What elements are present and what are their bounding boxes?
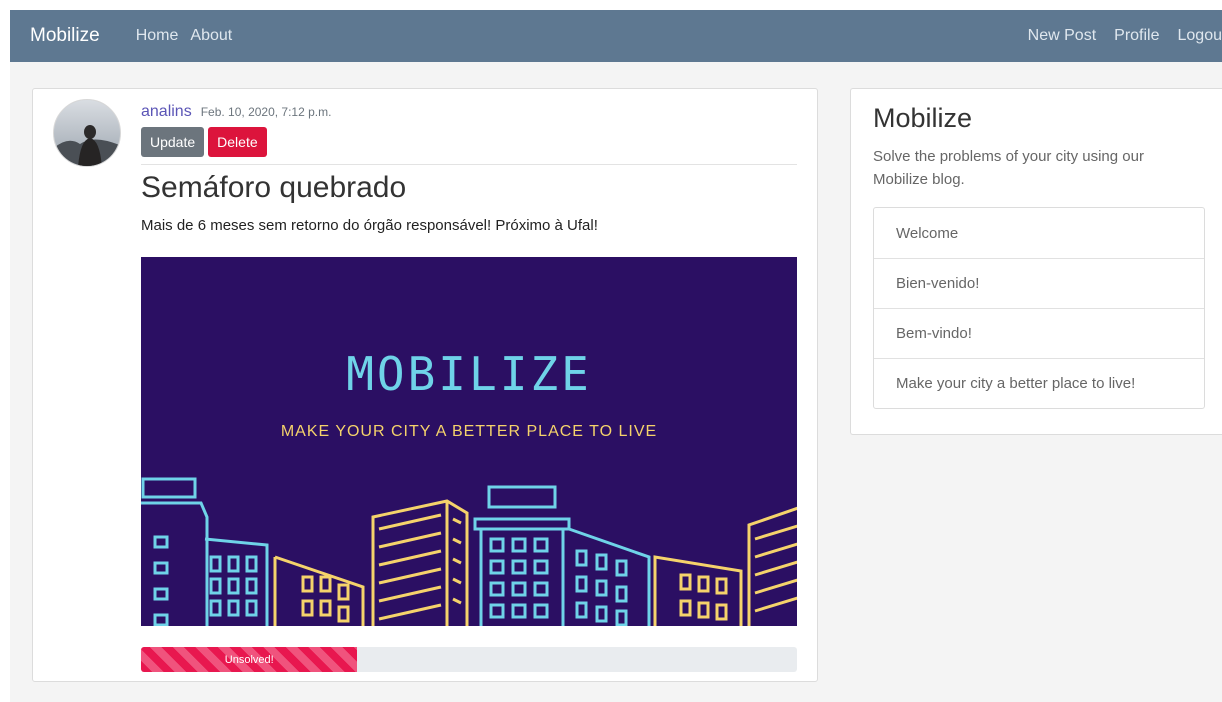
avatar-image xyxy=(54,100,120,166)
post-actions: Update Delete xyxy=(141,127,797,157)
post-date: Feb. 10, 2020, 7:12 p.m. xyxy=(200,105,332,119)
sidebar-list: Welcome Bien-venido! Bem-vindo! Make you… xyxy=(873,207,1205,409)
sidebar-title: Mobilize xyxy=(873,103,973,133)
status-progress: Unsolved! xyxy=(141,647,797,672)
nav-link-profile[interactable]: Profile xyxy=(1114,27,1159,45)
page-top-strip xyxy=(0,0,1222,10)
nav-link-about[interactable]: About xyxy=(190,27,232,45)
post-image: MOBILIZE MAKE YOUR CITY A BETTER PLACE T… xyxy=(141,257,797,626)
delete-button[interactable]: Delete xyxy=(208,127,267,157)
post-title: Semáforo quebrado xyxy=(141,171,407,204)
sidebar-item-bem-vindo[interactable]: Bem-vindo! xyxy=(874,308,1204,358)
update-button[interactable]: Update xyxy=(141,127,205,157)
sidebar: Mobilize Solve the problems of your city… xyxy=(850,88,1222,435)
post-author-link[interactable]: analins xyxy=(141,103,192,121)
banner-subtitle: MAKE YOUR CITY A BETTER PLACE TO LIVE xyxy=(280,423,658,440)
navbar-right: New Post Profile Logou xyxy=(1010,10,1222,62)
status-progress-bar: Unsolved! xyxy=(141,647,358,672)
nav-link-new-post[interactable]: New Post xyxy=(1028,27,1096,45)
nav-link-home[interactable]: Home xyxy=(136,27,179,45)
post-meta: analins Feb. 10, 2020, 7:12 p.m. xyxy=(141,103,797,121)
nav-link-logout[interactable]: Logou xyxy=(1178,27,1222,45)
banner-title: MOBILIZE xyxy=(346,347,592,401)
navbar: Mobilize Home About New Post Profile Log… xyxy=(10,10,1222,62)
sidebar-item-welcome[interactable]: Welcome xyxy=(874,208,1204,258)
sidebar-description: Solve the problems of your city using ou… xyxy=(873,148,1144,188)
post-card: analins Feb. 10, 2020, 7:12 p.m. Update … xyxy=(32,88,818,682)
navbar-brand[interactable]: Mobilize xyxy=(30,25,100,47)
city-skyline-illustration xyxy=(141,477,797,626)
main-content: analins Feb. 10, 2020, 7:12 p.m. Update … xyxy=(10,62,1222,702)
post-text: Mais de 6 meses sem retorno do órgão res… xyxy=(141,217,598,234)
sidebar-item-bien-venido[interactable]: Bien-venido! xyxy=(874,258,1204,308)
avatar[interactable] xyxy=(53,99,121,167)
post-divider xyxy=(141,164,797,165)
sidebar-item-better-place[interactable]: Make your city a better place to live! xyxy=(874,358,1204,408)
post-body: analins Feb. 10, 2020, 7:12 p.m. Update … xyxy=(141,103,797,234)
